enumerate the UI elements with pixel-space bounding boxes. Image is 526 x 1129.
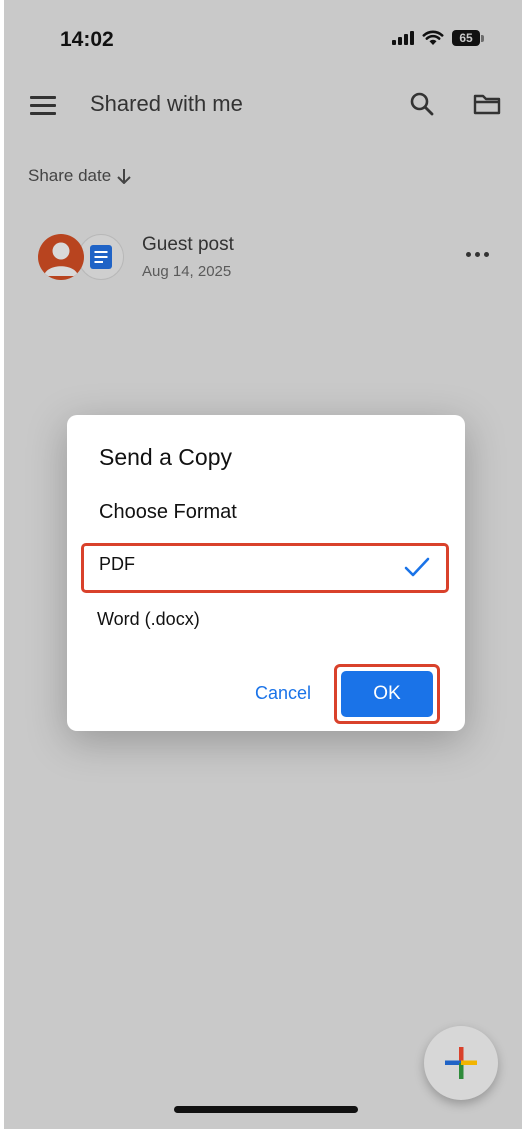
page-title: Shared with me [90,91,243,116]
dialog-subtitle: Choose Format [99,501,237,523]
wifi-icon [422,30,444,45]
create-fab[interactable] [424,1026,498,1100]
search-icon[interactable] [408,90,436,118]
signal-icon [392,31,414,45]
sort-label: Share date [28,166,112,185]
google-docs-icon [78,234,124,280]
file-name: Guest post [142,234,234,255]
ok-button[interactable]: OK [341,671,433,717]
avatar-stack [38,234,124,280]
sort-control[interactable]: Share date [28,166,133,186]
folder-icon[interactable] [472,90,502,118]
home-indicator [174,1106,358,1113]
list-item[interactable]: Guest post Aug 14, 2025 [4,222,522,292]
battery-icon: 65 [452,30,484,46]
person-avatar-icon [38,234,84,280]
option-word[interactable]: Word (.docx) [81,597,449,647]
arrow-down-icon [117,169,131,184]
option-label: PDF [99,554,135,574]
send-copy-dialog: Send a Copy Choose Format PDF Word (.doc… [67,415,465,731]
option-pdf[interactable]: PDF [81,543,449,593]
status-icons: 65 [392,30,484,46]
cancel-button[interactable]: Cancel [243,677,323,709]
screen: 14:02 65 Shared with me Share date Guest… [0,0,526,1129]
option-label: Word (.docx) [97,609,200,629]
menu-icon[interactable] [30,96,56,115]
more-horizontal-icon[interactable] [466,252,489,257]
status-time: 14:02 [60,28,114,51]
battery-level: 65 [452,30,480,46]
dialog-title: Send a Copy [99,444,232,470]
checkmark-icon [404,557,430,577]
plus-icon [445,1047,477,1079]
status-bar: 14:02 65 [4,0,522,80]
file-date: Aug 14, 2025 [142,263,232,280]
